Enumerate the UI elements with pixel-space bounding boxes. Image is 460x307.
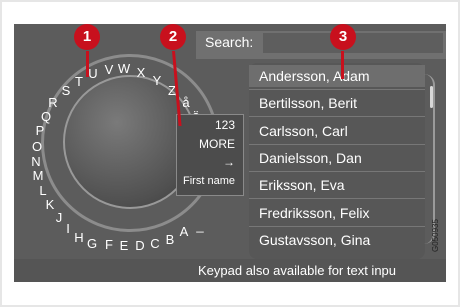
wheel-char[interactable]: S	[59, 83, 73, 98]
wheel-char[interactable]: R	[46, 95, 60, 110]
wheel-char[interactable]: T	[72, 74, 86, 89]
wheel-char[interactable]: O	[30, 139, 44, 154]
wheel-char[interactable]: V	[102, 62, 116, 77]
wheel-char[interactable]: D	[133, 238, 147, 253]
callout-1: 1	[74, 24, 100, 50]
contact-name: Bertilsson, Berit	[259, 95, 358, 111]
wheel-char[interactable]: X	[134, 65, 148, 80]
wheel-char[interactable]: K	[43, 197, 57, 212]
contact-name: Danielsson, Dan	[259, 150, 362, 166]
callout-3: 3	[330, 24, 356, 50]
wheel-char[interactable]: L	[36, 183, 50, 198]
wheel-char[interactable]: P	[33, 123, 47, 138]
wheel-char[interactable]: W	[117, 61, 131, 76]
wheel-char[interactable]: C	[148, 236, 162, 251]
option-123[interactable]: 123	[185, 118, 235, 132]
contact-name: Eriksson, Eva	[259, 177, 345, 193]
option-more[interactable]: MORE	[185, 137, 235, 151]
hint-text: Keypad also available for text inpu	[198, 263, 397, 278]
callout-1-leader	[86, 51, 89, 77]
list-divider	[249, 198, 425, 199]
callout-3-leader	[341, 51, 344, 79]
image-code: G050935	[431, 219, 440, 252]
callout-2: 2	[160, 24, 186, 50]
option-first-name[interactable]: First name	[176, 175, 242, 187]
contact-name: Gustavsson, Gina	[259, 232, 371, 248]
list-divider	[249, 89, 425, 90]
wheel-char[interactable]: G	[85, 236, 99, 251]
wheel-char[interactable]: J	[52, 210, 66, 225]
list-divider	[249, 116, 425, 117]
scrollbar-thumb[interactable]	[430, 86, 433, 108]
contact-name: Andersson, Adam	[259, 68, 370, 84]
wheel-char[interactable]: M	[31, 168, 45, 183]
wheel-char[interactable]: N	[29, 154, 43, 169]
contact-name: Fredriksson, Felix	[259, 205, 370, 221]
list-divider	[249, 171, 425, 172]
list-divider	[249, 226, 425, 227]
wheel-char[interactable]: A	[177, 224, 191, 239]
wheel-char[interactable]: Y	[150, 73, 164, 88]
search-label: Search:	[205, 34, 254, 50]
wheel-char[interactable]: F	[102, 237, 116, 252]
list-divider	[249, 144, 425, 145]
wheel-char[interactable]: _	[193, 218, 207, 233]
wheel-char[interactable]: Q	[39, 109, 53, 124]
wheel-char[interactable]: B	[163, 232, 177, 247]
wheel-char[interactable]: E	[117, 238, 131, 253]
contact-name: Carlsson, Carl	[259, 123, 348, 139]
option-arrow[interactable]: →	[185, 155, 235, 169]
